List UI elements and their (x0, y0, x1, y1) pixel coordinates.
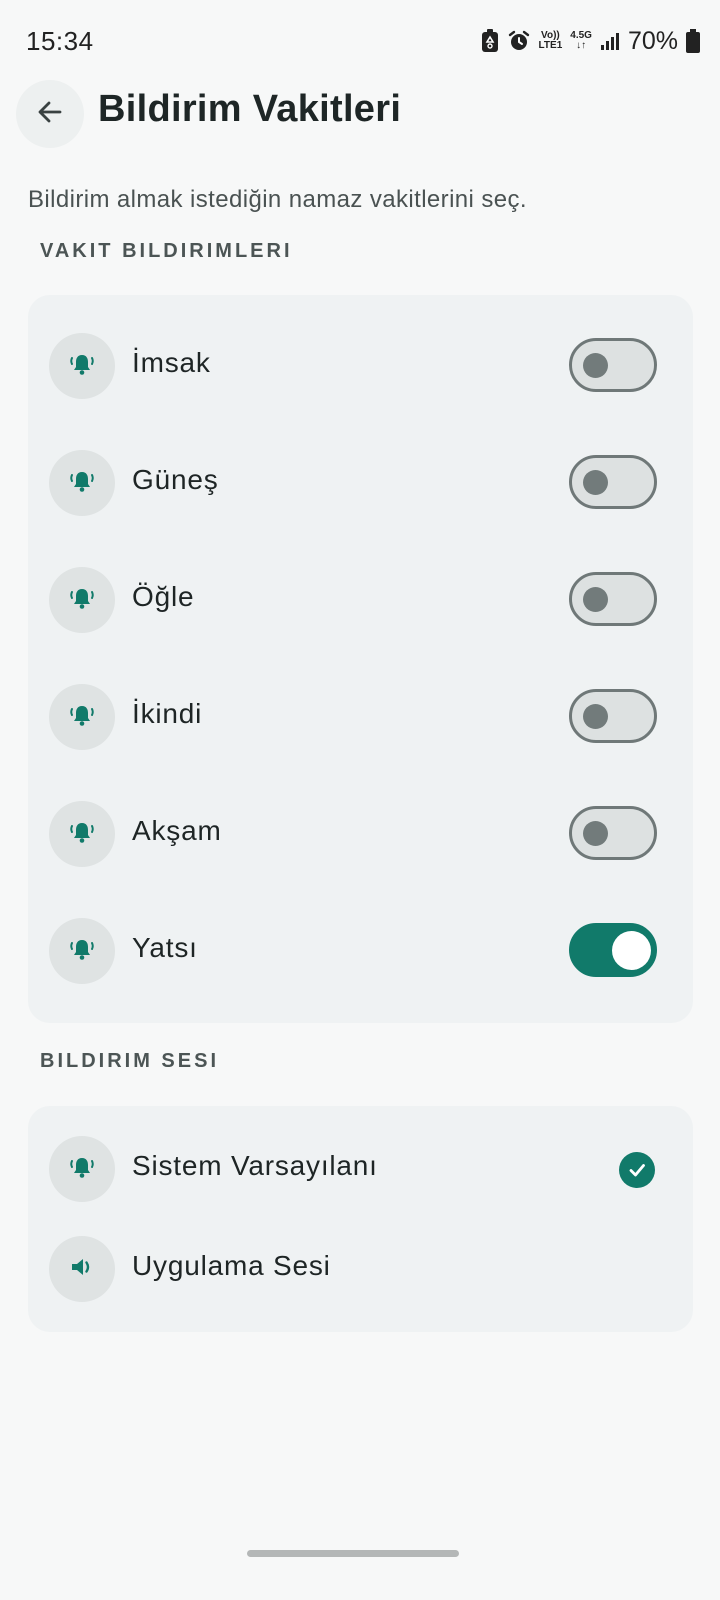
prayer-label: Güneş (132, 464, 219, 495)
icon-badge (49, 1236, 115, 1302)
status-icons: Vo)) LTE1 4.5G ↓↑ 70% (481, 26, 700, 56)
page-subtitle: Bildirim almak istediğin namaz vakitleri… (28, 186, 527, 213)
prayer-row[interactable]: Yatsı (28, 880, 693, 997)
bell-ring-icon (67, 817, 97, 852)
toggle-knob (583, 353, 608, 378)
status-bar: 15:34 Vo)) LTE1 4.5G ↓↑ 70% (0, 0, 720, 82)
bell-ring-icon (67, 1152, 97, 1187)
battery-percent: 70% (627, 26, 678, 55)
toggle-knob (583, 587, 608, 612)
section-title-prayers: VAKIT BILDIRIMLERI (40, 240, 293, 262)
check-icon (619, 1152, 655, 1188)
bell-ring-icon (67, 934, 97, 969)
speaker-icon (67, 1252, 97, 1287)
notification-sound-card: Sistem Varsayılanı Uygulama Sesi (28, 1106, 693, 1332)
recycle-battery-icon (481, 29, 499, 53)
toggle-knob (583, 821, 608, 846)
bell-ring-icon (67, 466, 97, 501)
lte-label: LTE1 (538, 40, 563, 51)
back-button[interactable] (16, 80, 84, 148)
icon-badge (49, 450, 115, 516)
home-indicator[interactable] (247, 1550, 459, 1557)
prayer-notifications-card: İmsak Güneş Öğle İkindi Akşam Yatsı (28, 295, 693, 1023)
bell-ring-icon (67, 583, 97, 618)
bell-ring-icon (67, 700, 97, 735)
toggle-knob (583, 704, 608, 729)
prayer-row[interactable]: Öğle (28, 529, 693, 646)
alarm-icon (507, 29, 531, 53)
icon-badge (49, 1136, 115, 1202)
notification-toggle[interactable] (569, 806, 657, 860)
prayer-row[interactable]: Güneş (28, 412, 693, 529)
icon-badge (49, 567, 115, 633)
prayer-label: Öğle (132, 581, 195, 612)
notification-toggle[interactable] (569, 338, 657, 392)
section-title-sound: BILDIRIM SESI (40, 1050, 220, 1072)
prayer-row[interactable]: Akşam (28, 763, 693, 880)
sound-option-row[interactable]: Sistem Varsayılanı (28, 1106, 693, 1206)
icon-badge (49, 918, 115, 984)
signal-icon (600, 31, 620, 51)
bell-ring-icon (67, 349, 97, 384)
toggle-knob (583, 470, 608, 495)
status-time: 15:34 (26, 26, 94, 56)
arrow-left-icon (36, 98, 64, 131)
sound-option-label: Sistem Varsayılanı (132, 1150, 378, 1181)
battery-icon (686, 29, 700, 53)
toggle-knob (612, 931, 651, 970)
prayer-row[interactable]: İkindi (28, 646, 693, 763)
data-indicator: 4.5G ↓↑ (570, 31, 592, 51)
notification-toggle[interactable] (569, 572, 657, 626)
page-title: Bildirim Vakitleri (98, 88, 402, 130)
prayer-label: İkindi (132, 698, 203, 729)
prayer-label: Yatsı (132, 932, 198, 963)
prayer-label: İmsak (132, 347, 211, 378)
data-arrows-icon: ↓↑ (576, 40, 587, 51)
icon-badge (49, 801, 115, 867)
notification-toggle[interactable] (569, 455, 657, 509)
notification-toggle[interactable] (569, 923, 657, 977)
sound-option-label: Uygulama Sesi (132, 1250, 331, 1281)
icon-badge (49, 333, 115, 399)
prayer-row[interactable]: İmsak (28, 295, 693, 412)
sound-option-row[interactable]: Uygulama Sesi (28, 1206, 693, 1306)
prayer-label: Akşam (132, 815, 222, 846)
notification-toggle[interactable] (569, 689, 657, 743)
volte-indicator: Vo)) LTE1 (539, 31, 563, 51)
icon-badge (49, 684, 115, 750)
app-header: Bildirim Vakitleri (0, 78, 720, 148)
